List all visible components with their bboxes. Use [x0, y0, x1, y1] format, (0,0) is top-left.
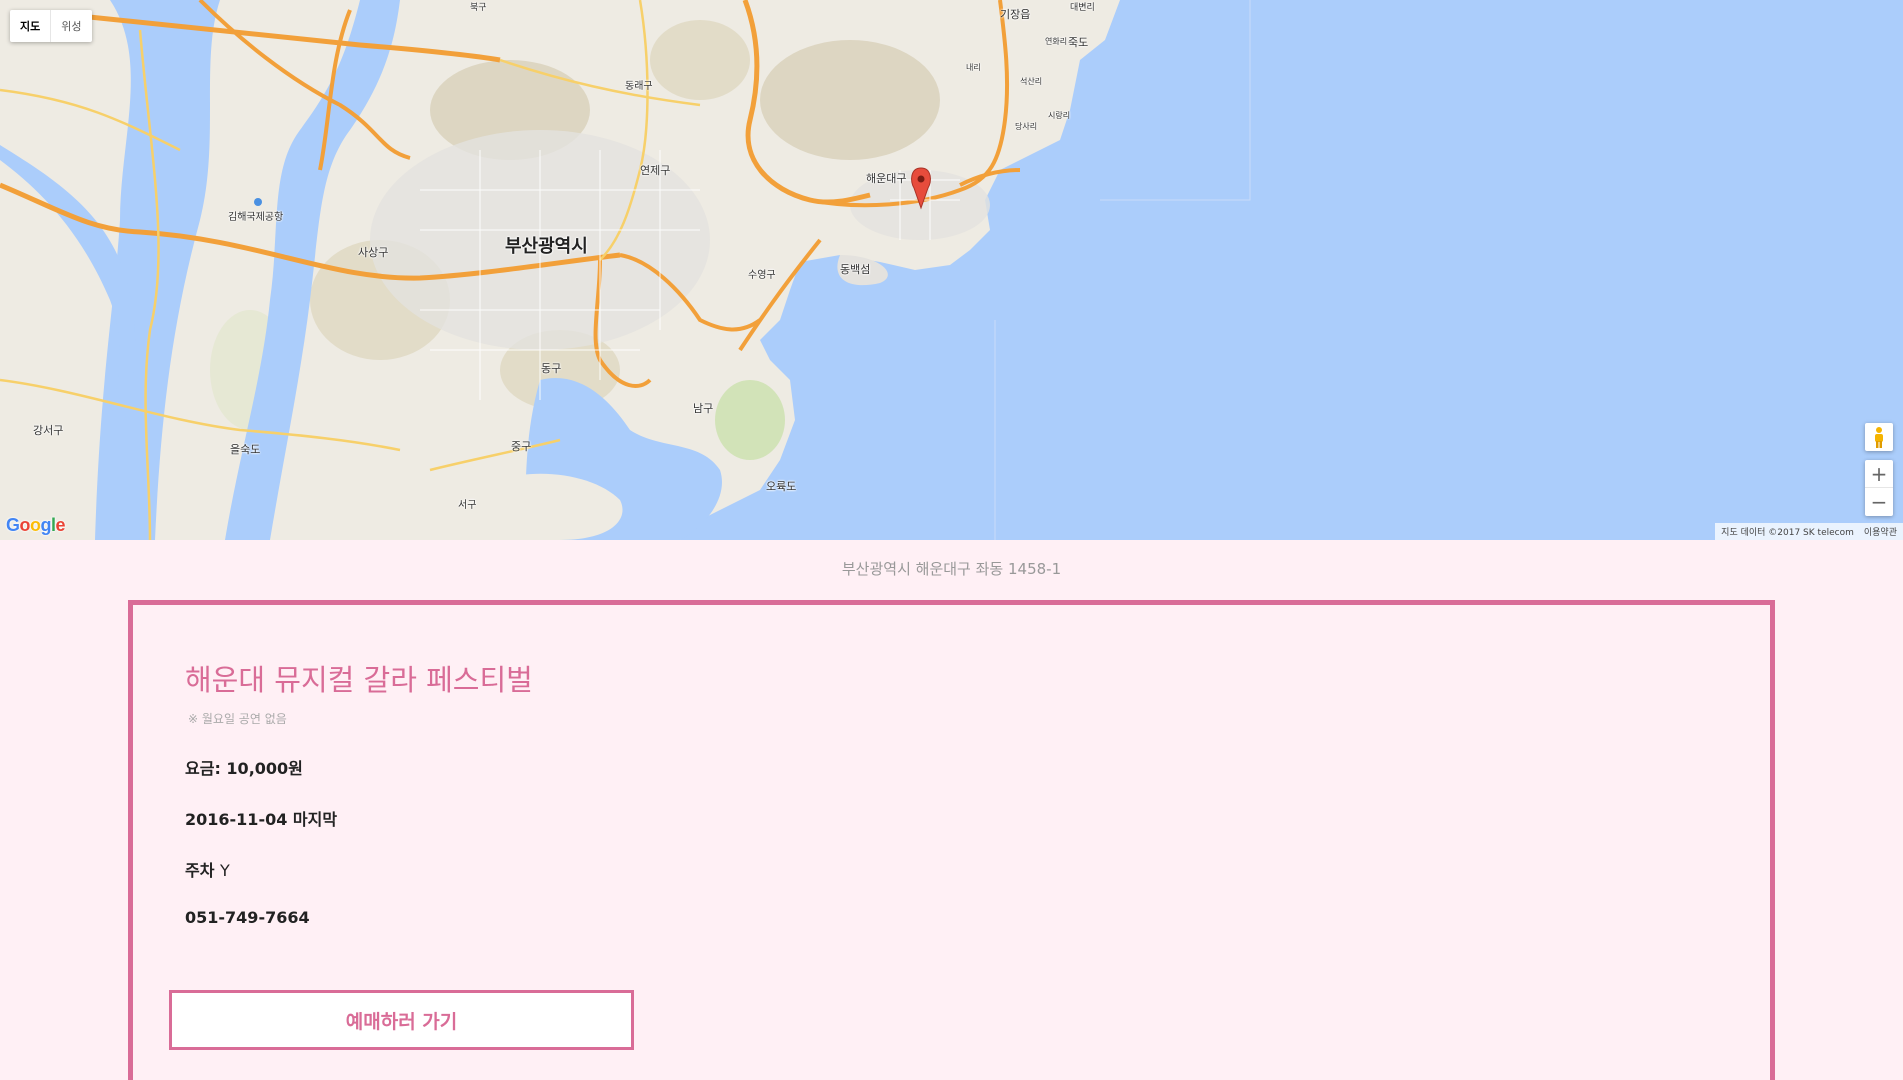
map-label: 동래구 [625, 81, 653, 92]
map-label: 동구 [541, 362, 562, 375]
map-label: 김해국제공항 [228, 212, 284, 223]
map-label: 석산리 [1020, 77, 1043, 86]
zoom-in-button[interactable]: + [1865, 460, 1893, 488]
airport-icon [254, 198, 262, 206]
google-logo-text: Google [6, 515, 66, 535]
tile-seam [1100, 0, 1251, 201]
event-card: 해운대 뮤지컬 갈라 페스티벌 ※ 월요일 공연 없음 요금: 10,000원 … [128, 600, 1775, 1080]
pegman-icon [1875, 427, 1883, 448]
map-label: 을숙도 [230, 443, 261, 456]
parking-row: 주차 Y [185, 857, 230, 881]
zoom-out-button[interactable]: − [1865, 488, 1893, 516]
map-label: 연화리 [1045, 37, 1068, 46]
map-label: 사상구 [358, 246, 389, 259]
map-label: 기장읍 [1000, 8, 1031, 21]
map-type-control[interactable]: 지도 위성 [10, 10, 92, 42]
map-label: 북구 [470, 3, 487, 13]
event-title: 해운대 뮤지컬 갈라 페스티벌 [185, 663, 533, 697]
hill-area [650, 20, 750, 100]
book-ticket-button[interactable]: 예매하러 가기 [169, 990, 634, 1050]
price-row: 요금: 10,000원 [185, 755, 303, 779]
map-attribution: 지도 데이터 ©2017 SK telecom 이용약관 [1715, 523, 1903, 540]
map-label: 시랑리 [1048, 111, 1071, 120]
price-label: 요금: [185, 759, 221, 778]
map-label: 남구 [693, 402, 714, 415]
event-note: ※ 월요일 공연 없음 [188, 712, 287, 726]
terms-link[interactable]: 이용약관 [1864, 525, 1897, 538]
map-label: 수영구 [748, 270, 776, 281]
map-label: 중구 [511, 440, 532, 453]
event-address: 부산광역시 해운대구 좌동 1458-1 [841, 560, 1062, 578]
price-value: 10,000원 [226, 759, 303, 778]
map-label: 해운대구 [866, 172, 907, 185]
parking-value: Y [220, 861, 230, 880]
map-label: 연제구 [640, 164, 671, 177]
street-view-pegman-icon[interactable] [1865, 423, 1893, 451]
map-canvas[interactable] [0, 0, 1903, 540]
phone-number: 051-749-7664 [185, 908, 310, 927]
map-type-satellite-button[interactable]: 위성 [51, 10, 91, 42]
map-label: 강서구 [33, 424, 64, 437]
park-area [715, 380, 785, 460]
map-label: 당사리 [1015, 122, 1038, 131]
map-label: 서구 [458, 500, 477, 511]
map-label: 동백섬 [840, 263, 871, 276]
map-label: 대변리 [1070, 3, 1095, 13]
map-type-map-button[interactable]: 지도 [10, 10, 52, 42]
map-label: 부산광역시 [505, 236, 588, 257]
map-label: 내리 [966, 63, 981, 72]
parking-label: 주차 [185, 861, 215, 880]
date-row: 2016-11-04 마지막 [185, 810, 338, 829]
map[interactable]: 부산광역시 김해국제공항사상구 동래구연제구해운대구동백섬수영구동구남구중구서구 오륙… [0, 0, 1903, 540]
map-data-credit: 지도 데이터 ©2017 SK telecom [1721, 528, 1854, 538]
hill-area [760, 40, 940, 160]
map-label: 죽도 [1068, 36, 1089, 49]
map-label: 오륙도 [766, 480, 797, 493]
google-logo[interactable]: Google [6, 515, 66, 536]
zoom-control[interactable]: + − [1865, 460, 1893, 516]
